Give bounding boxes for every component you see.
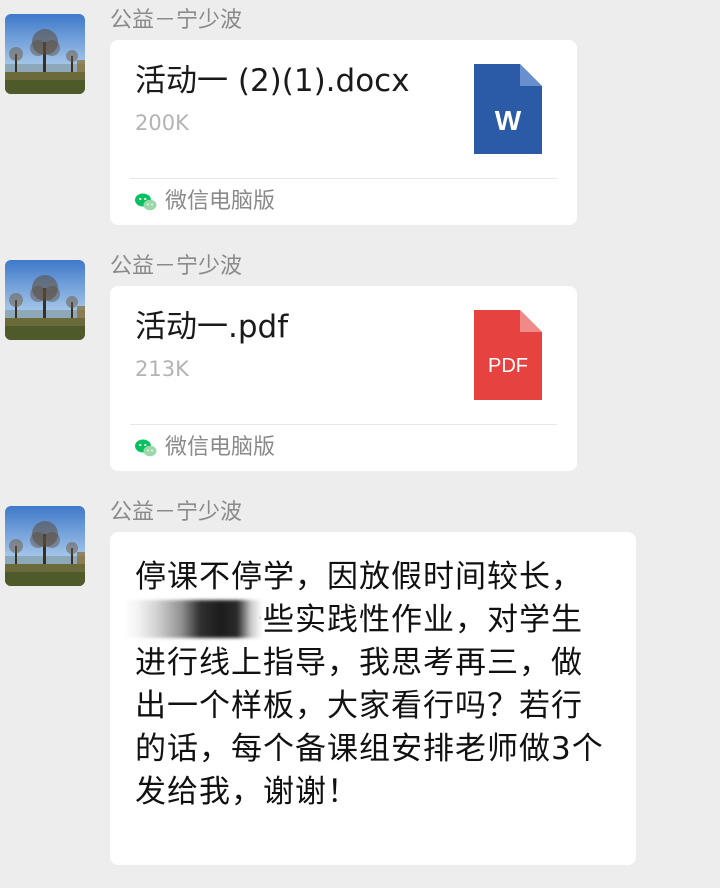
- source-row: 微信电脑版: [135, 187, 275, 217]
- avatar[interactable]: [5, 506, 85, 586]
- card-divider: [130, 424, 557, 425]
- wechat-icon: [135, 193, 157, 211]
- source-label: 微信电脑版: [165, 189, 276, 214]
- file-name: 活动一 (2)(1).docx: [135, 63, 410, 99]
- redaction-blur: [124, 600, 262, 638]
- file-icon-label: PDF: [488, 355, 528, 377]
- avatar[interactable]: [5, 260, 85, 340]
- sender-name: 公益－宁少波: [110, 254, 243, 279]
- word-file-icon: W: [474, 64, 542, 154]
- message-text: 停课不停学，因放假时间较长，我们多一些实践性作业，对学生进行线上指导，我思考再三…: [135, 559, 604, 810]
- sender-name: 公益－宁少波: [110, 500, 243, 525]
- file-icon-label: W: [495, 105, 522, 136]
- file-size: 200K: [135, 111, 189, 135]
- source-label: 微信电脑版: [165, 435, 276, 460]
- wechat-icon: [135, 439, 157, 457]
- file-name: 活动一.pdf: [135, 309, 289, 345]
- text-message-bubble[interactable]: 停课不停学，因放假时间较长，我们多一些实践性作业，对学生进行线上指导，我思考再三…: [110, 532, 636, 865]
- avatar[interactable]: [5, 14, 85, 94]
- pdf-file-icon: PDF: [474, 310, 542, 400]
- card-divider: [130, 178, 557, 179]
- file-size: 213K: [135, 357, 189, 381]
- file-card-pdf[interactable]: 活动一.pdf 213K PDF 微信电脑版: [110, 286, 577, 471]
- file-card-docx[interactable]: 活动一 (2)(1).docx 200K W 微信电脑版: [110, 40, 577, 225]
- source-row: 微信电脑版: [135, 433, 275, 463]
- sender-name: 公益－宁少波: [110, 8, 243, 33]
